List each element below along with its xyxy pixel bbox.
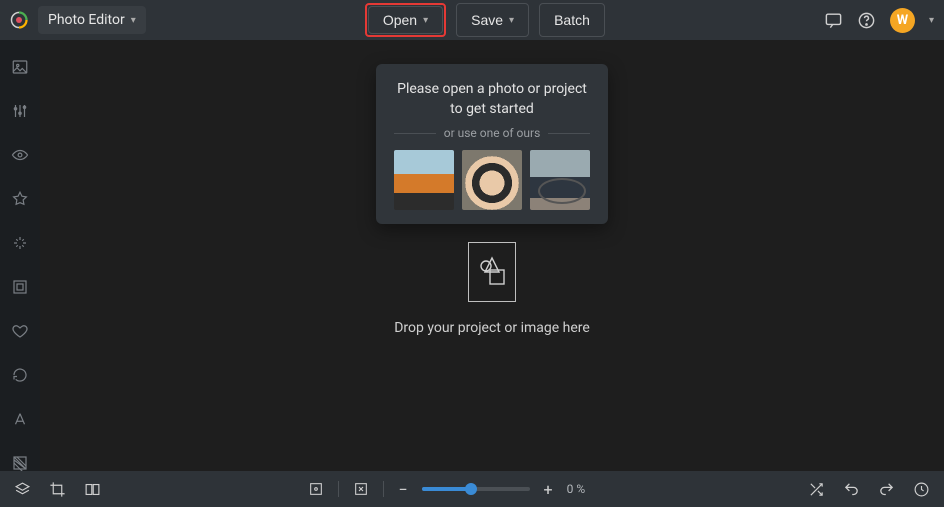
- bottom-bar: − + 0 %: [0, 471, 944, 507]
- divider: [338, 481, 339, 497]
- top-bar: Photo Editor ▾ Open ▾ Save ▾ Batch: [0, 0, 944, 40]
- save-label: Save: [471, 12, 503, 28]
- open-button-highlight: Open ▾: [365, 3, 446, 37]
- chevron-down-icon: ▾: [423, 15, 428, 26]
- open-label: Open: [383, 12, 417, 28]
- canvas-area[interactable]: Please open a photo or project to get st…: [40, 40, 944, 471]
- help-icon[interactable]: [857, 11, 876, 30]
- fit-screen-icon[interactable]: [308, 481, 324, 497]
- crop-icon[interactable]: [49, 481, 66, 498]
- heart-tool-icon[interactable]: [10, 322, 30, 340]
- sliders-tool-icon[interactable]: [10, 102, 30, 120]
- divider: [383, 481, 384, 497]
- zoom-out-icon[interactable]: −: [398, 480, 407, 499]
- sample-image-bicycle[interactable]: [530, 150, 590, 210]
- sparkle-tool-icon[interactable]: [10, 234, 30, 252]
- zoom-slider[interactable]: [422, 487, 530, 491]
- redo-icon[interactable]: [878, 481, 895, 498]
- tool-sidebar: [0, 40, 40, 471]
- chat-icon[interactable]: [824, 11, 843, 30]
- dropzone-text: Drop your project or image here: [394, 320, 590, 336]
- batch-button[interactable]: Batch: [539, 3, 605, 37]
- frame-tool-icon[interactable]: [10, 278, 30, 296]
- chevron-down-icon[interactable]: ▾: [929, 15, 934, 26]
- zoom-readout: 0 %: [567, 482, 601, 496]
- texture-tool-icon[interactable]: [10, 454, 30, 472]
- layers-icon[interactable]: [14, 481, 31, 498]
- get-started-popover: Please open a photo or project to get st…: [376, 64, 608, 224]
- eye-tool-icon[interactable]: [10, 146, 30, 164]
- app-logo: [10, 11, 28, 29]
- save-button[interactable]: Save ▾: [456, 3, 529, 37]
- sample-image-van[interactable]: [394, 150, 454, 210]
- open-button[interactable]: Open ▾: [368, 6, 443, 34]
- dropzone-icon: [468, 242, 516, 302]
- popover-or-text: or use one of ours: [444, 126, 541, 140]
- mode-dropdown[interactable]: Photo Editor ▾: [38, 6, 146, 34]
- batch-label: Batch: [554, 12, 590, 28]
- rotate-tool-icon[interactable]: [10, 366, 30, 384]
- text-tool-icon[interactable]: [10, 410, 30, 428]
- chevron-down-icon: ▾: [131, 15, 136, 26]
- popover-message: Please open a photo or project to get st…: [394, 80, 590, 119]
- avatar-letter: W: [897, 13, 908, 28]
- sample-image-woman[interactable]: [462, 150, 522, 210]
- image-tool-icon[interactable]: [10, 58, 30, 76]
- user-avatar[interactable]: W: [890, 8, 915, 33]
- shuffle-icon[interactable]: [808, 481, 825, 498]
- history-icon[interactable]: [913, 481, 930, 498]
- zoom-in-icon[interactable]: +: [544, 480, 553, 499]
- mode-label: Photo Editor: [48, 12, 125, 28]
- star-tool-icon[interactable]: [10, 190, 30, 208]
- undo-icon[interactable]: [843, 481, 860, 498]
- compare-icon[interactable]: [84, 481, 101, 498]
- chevron-down-icon: ▾: [509, 15, 514, 26]
- actual-size-icon[interactable]: [353, 481, 369, 497]
